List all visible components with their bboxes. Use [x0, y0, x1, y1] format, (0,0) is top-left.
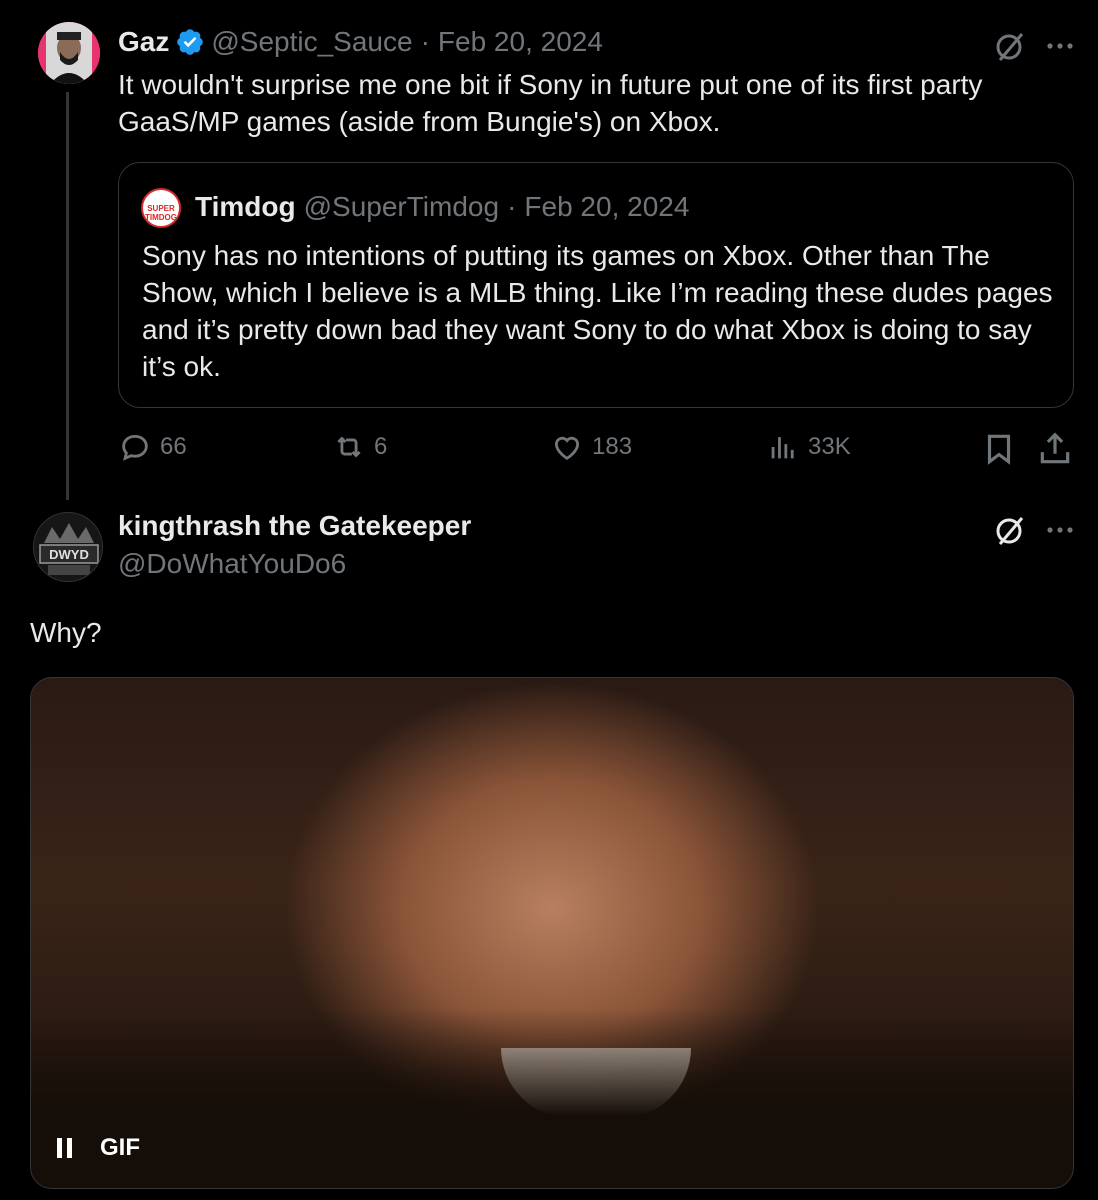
quote-avatar: SUPER TIMDOG: [141, 188, 181, 228]
more-icon[interactable]: [1040, 26, 1080, 66]
repost-count: 6: [374, 433, 388, 460]
author-handle[interactable]: @Septic_Sauce: [211, 26, 412, 58]
reply-header: kingthrash the Gatekeeper: [118, 510, 471, 542]
reply-count: 66: [160, 433, 187, 460]
repost-button[interactable]: 6: [332, 430, 387, 464]
reply-button[interactable]: 66: [118, 430, 187, 464]
views-button[interactable]: 33K: [766, 430, 851, 464]
like-icon: [554, 436, 580, 460]
grok-icon[interactable]: [990, 26, 1030, 66]
reply-handle-row: @DoWhatYouDo6: [118, 548, 346, 580]
tweet-date[interactable]: Feb 20, 2024: [438, 26, 603, 58]
separator-dot: ·: [420, 26, 430, 57]
tweet-text: It wouldn't surprise me one bit if Sony …: [118, 69, 983, 137]
quote-text: Sony has no intentions of putting its ga…: [142, 240, 1053, 382]
verified-icon: [177, 29, 204, 55]
quote-header: Timdog @SuperTimdog · Feb 20, 2024: [195, 191, 689, 223]
views-count: 33K: [808, 433, 851, 460]
quote-avatar-text: SUPER TIMDOG: [145, 204, 177, 222]
reply-author-name[interactable]: kingthrash the Gatekeeper: [118, 510, 471, 542]
thread-connector-line: [66, 92, 69, 500]
more-icon[interactable]: [1040, 510, 1080, 550]
like-count: 183: [592, 433, 633, 460]
avatar-gaz[interactable]: [38, 22, 100, 84]
reply-icon: [122, 434, 148, 461]
share-icon[interactable]: [1036, 430, 1074, 468]
quoted-tweet-card[interactable]: SUPER TIMDOG Timdog @SuperTimdog · Feb 2…: [118, 162, 1074, 408]
avatar-image: [38, 22, 100, 84]
gif-controls: GIF: [57, 1134, 140, 1162]
gif-badge: GIF: [100, 1134, 140, 1161]
separator-dot: ·: [507, 191, 517, 222]
reply-author-handle[interactable]: @DoWhatYouDo6: [118, 548, 346, 580]
repost-icon: [337, 436, 361, 458]
quote-date: Feb 20, 2024: [524, 191, 690, 222]
grok-icon[interactable]: [990, 510, 1030, 550]
author-name[interactable]: Gaz: [118, 26, 169, 58]
pause-icon[interactable]: [57, 1138, 72, 1158]
like-button[interactable]: 183: [550, 430, 632, 464]
quote-author-handle: @SuperTimdog: [303, 191, 500, 222]
avatar-logo-text: DWYD: [49, 547, 89, 562]
avatar-kingthrash[interactable]: DWYD: [33, 512, 103, 582]
quote-author-name: Timdog: [195, 191, 296, 222]
bookmark-icon[interactable]: [980, 430, 1018, 468]
reply-text: Why?: [30, 617, 102, 648]
gif-media[interactable]: GIF: [30, 677, 1074, 1189]
tweet-header: Gaz @Septic_Sauce · Feb 20, 2024: [118, 26, 603, 58]
avatar-image: DWYD: [34, 513, 102, 581]
gif-frame-shadow: [31, 1008, 1073, 1188]
views-icon: [771, 437, 794, 459]
